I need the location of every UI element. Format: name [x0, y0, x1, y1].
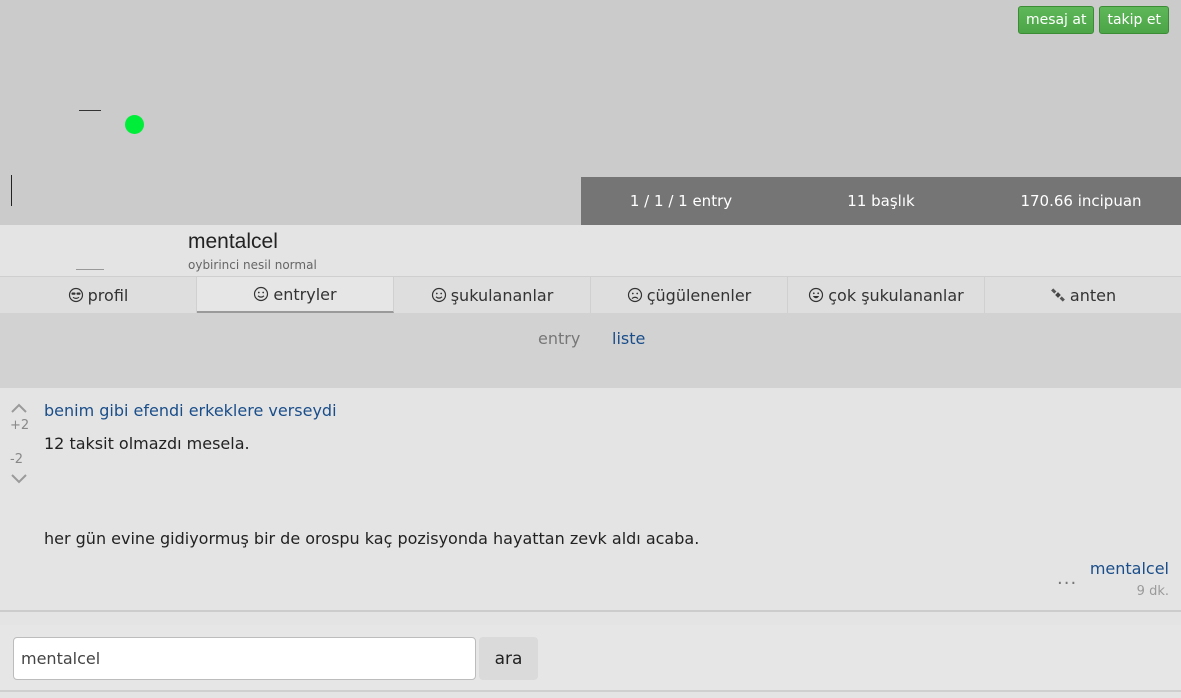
profile-cover: mesaj at takip et 1 / 1 / 1 entry 11 baş… [0, 0, 1181, 225]
text-caret [11, 175, 12, 206]
tab-cok-sukulananlar[interactable]: çok şukulananlar [788, 277, 985, 313]
entry-timestamp[interactable]: 9 dk. [1137, 584, 1169, 599]
profile-rank: oybirinci nesil normal [188, 258, 317, 272]
entry-text-line: 12 taksit olmazdı mesela. [44, 434, 250, 453]
profile-stats: 1 / 1 / 1 entry 11 başlık 170.66 incipua… [581, 177, 1181, 225]
smile-face-icon [431, 287, 446, 303]
tab-sukulananlar[interactable]: şukulananlar [394, 277, 591, 313]
cool-face-icon [68, 287, 83, 303]
subtab-entry[interactable]: entry [538, 329, 580, 348]
profile-info: mentalcel oybirinci nesil normal [0, 225, 1181, 276]
tab-label: şukulananlar [450, 285, 554, 305]
entry-card: +2 -2 benim gibi efendi erkeklere versey… [0, 388, 1181, 612]
stat-points: 170.66 incipuan [1020, 192, 1142, 210]
satellite-icon [1050, 288, 1065, 302]
tab-label: anten [1069, 285, 1117, 305]
search-input[interactable] [13, 637, 476, 680]
search-bar: ara [0, 625, 1181, 692]
tab-label: çügülenenler [646, 285, 752, 305]
search-button[interactable]: ara [479, 637, 538, 680]
smile-face-icon [254, 286, 269, 302]
tab-label: çok şukulananlar [828, 285, 964, 305]
entry-author-link[interactable]: mentalcel [1090, 559, 1169, 578]
subtab-liste[interactable]: liste [612, 329, 645, 348]
chevron-down-icon[interactable] [10, 472, 28, 486]
divider [79, 110, 101, 111]
stat-entries[interactable]: 1 / 1 / 1 entry [581, 192, 781, 210]
tab-label: profil [87, 285, 129, 305]
grin-face-icon [809, 287, 824, 303]
tab-entryler[interactable]: entryler [197, 277, 394, 313]
downvote-count: -2 [10, 452, 23, 467]
profile-tabs: profil entryler şukulananlar çügülenenle… [0, 276, 1181, 313]
chevron-up-icon[interactable] [10, 401, 28, 415]
upvote-count: +2 [10, 418, 30, 433]
tab-anten[interactable]: anten [985, 277, 1181, 313]
sad-face-icon [627, 287, 642, 303]
follow-button[interactable]: takip et [1099, 6, 1169, 34]
tab-profil[interactable]: profil [0, 277, 197, 313]
profile-actions: mesaj at takip et [1017, 6, 1169, 34]
message-button[interactable]: mesaj at [1017, 6, 1095, 34]
online-status-dot [125, 115, 144, 134]
avatar [76, 269, 104, 270]
tab-cugulenenler[interactable]: çügülenenler [591, 277, 788, 313]
profile-nick: mentalcel [188, 230, 278, 253]
tab-label: entryler [273, 284, 337, 304]
entry-view-switch: entry liste [0, 313, 1181, 388]
entry-title-link[interactable]: benim gibi efendi erkeklere verseydi [44, 401, 337, 420]
stat-titles[interactable]: 11 başlık [781, 192, 981, 210]
entry-text-line: her gün evine gidiyormuş bir de orospu k… [44, 529, 700, 548]
more-options-icon[interactable]: ... [1057, 568, 1077, 589]
